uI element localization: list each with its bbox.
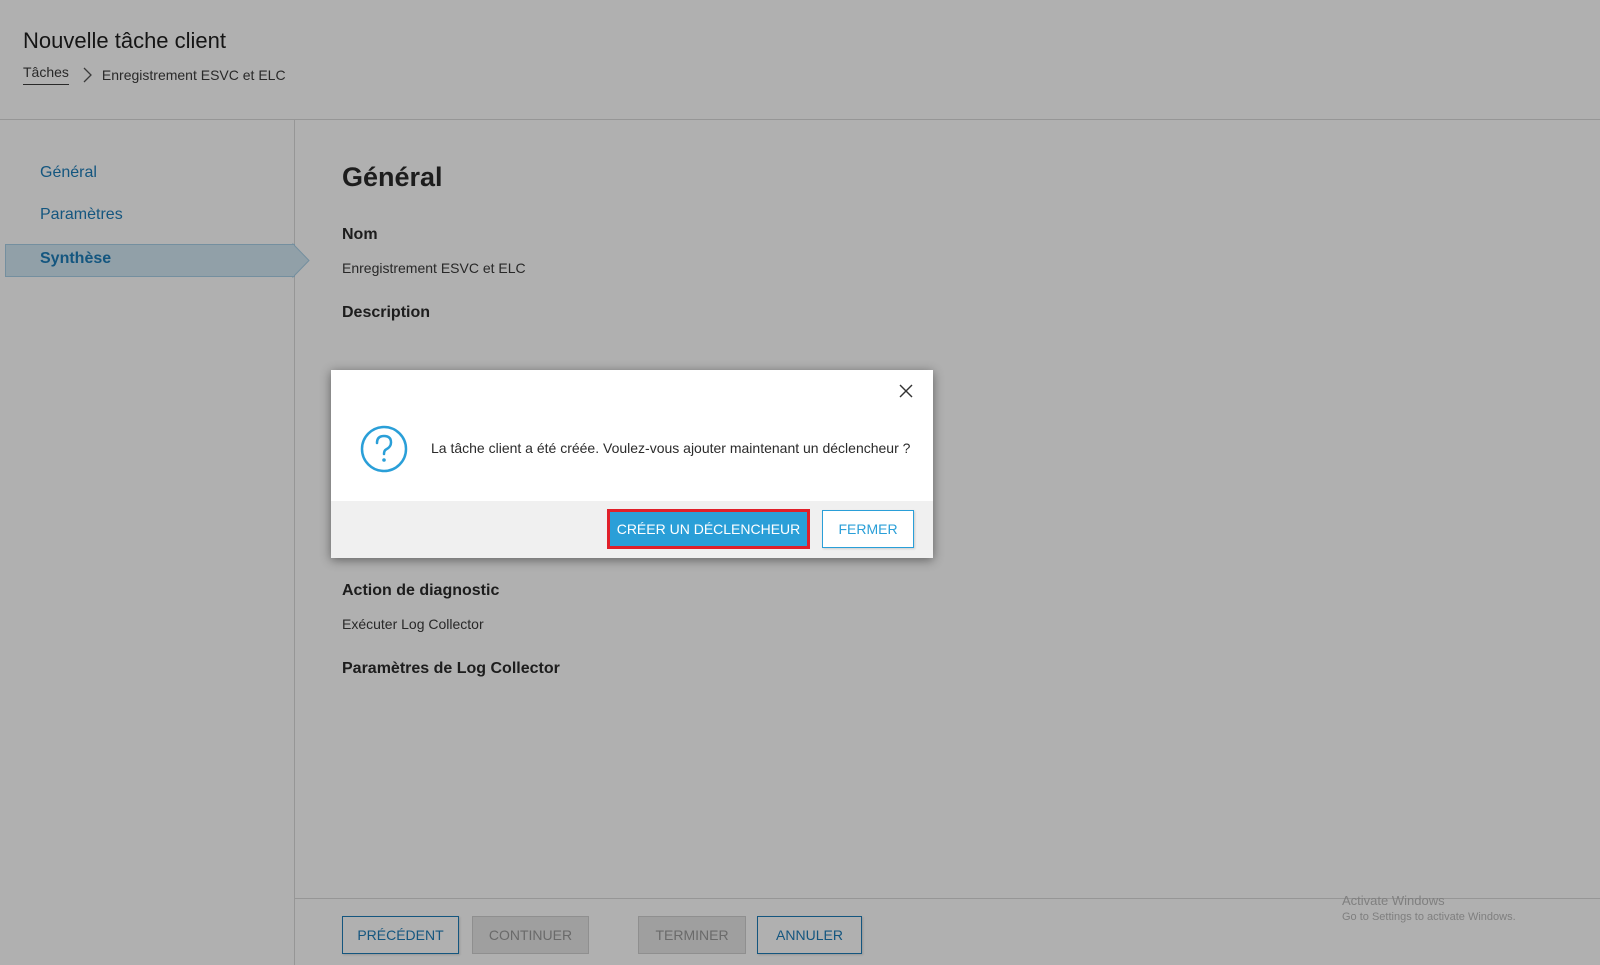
dialog-footer: CRÉER UN DÉCLENCHEUR FERMER [331,501,933,558]
close-icon[interactable] [895,380,917,402]
dialog-message: La tâche client a été créée. Voulez-vous… [431,440,911,456]
confirmation-dialog: La tâche client a été créée. Voulez-vous… [331,370,933,558]
create-trigger-button[interactable]: CRÉER UN DÉCLENCHEUR [607,509,810,549]
question-circle-icon [360,425,408,473]
app-window: Nouvelle tâche client Tâches Enregistrem… [0,0,1600,965]
close-dialog-button[interactable]: FERMER [822,510,914,548]
